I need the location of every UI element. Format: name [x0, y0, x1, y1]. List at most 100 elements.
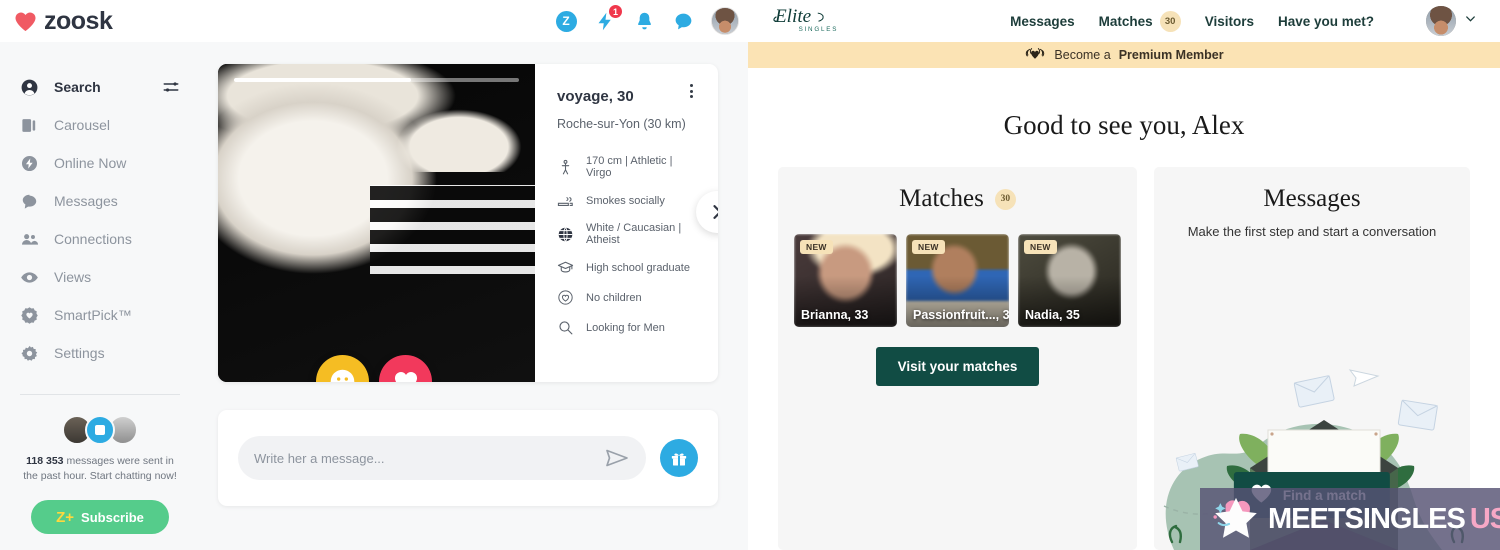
sidebar-item-label: Connections — [54, 231, 132, 247]
chevron-down-icon — [1463, 11, 1478, 31]
message-input-wrap[interactable] — [238, 436, 646, 480]
banner-strong: Premium Member — [1118, 48, 1224, 62]
zoosk-plus-icon: Z+ — [56, 508, 75, 526]
search-icon — [557, 319, 574, 336]
star-icon — [1210, 491, 1262, 548]
laurel-heart-icon — [1024, 46, 1046, 65]
new-badge: NEW — [1024, 240, 1057, 254]
attribute-row: No children — [557, 289, 696, 306]
user-menu[interactable] — [1426, 6, 1478, 36]
sidebar-item-search[interactable]: Search — [0, 68, 200, 106]
zoosk-wordmark: zoosk — [44, 6, 113, 35]
attribute-text: White / Caucasian | Atheist — [586, 222, 682, 246]
matches-count-badge: 30 — [994, 188, 1016, 210]
match-name: Brianna, 33 — [801, 308, 869, 322]
boost-badge: 1 — [608, 4, 623, 19]
elite-singles-app: Elite SINGLES Messages Matches 30 Visito… — [748, 0, 1500, 550]
match-card[interactable]: NEW Passionfruit..., 33 — [906, 234, 1009, 327]
promo-count: 118 353 — [26, 455, 64, 467]
match-thumbnails: NEW Brianna, 33 NEW Passionfruit..., 33 … — [794, 234, 1121, 327]
send-icon[interactable] — [604, 447, 630, 469]
sidebar-item-label: Carousel — [54, 117, 111, 133]
gear-icon — [20, 344, 39, 363]
premium-banner[interactable]: Become a Premium Member — [748, 42, 1500, 68]
chat-badge-icon — [85, 415, 115, 445]
profile-attributes: 170 cm | Athletic | Virgo Smokes sociall… — [557, 155, 696, 336]
attribute-row: Smokes socially — [557, 192, 696, 209]
subscribe-promo: 118 353 messages were sent in the past h… — [0, 395, 200, 535]
smartpick-icon — [20, 306, 39, 325]
sidebar-item-label: Settings — [54, 345, 105, 361]
people-icon — [20, 230, 39, 249]
message-composer — [218, 410, 718, 506]
messages-card-subtitle: Make the first step and start a conversa… — [1187, 224, 1437, 239]
nav-item-visitors[interactable]: Visitors — [1205, 14, 1254, 29]
heart-icon — [14, 11, 37, 32]
cards-icon — [20, 116, 39, 135]
profile-photo[interactable] — [218, 64, 535, 382]
chat-bubble-icon — [20, 192, 39, 211]
sidebar-item-online-now[interactable]: Online Now — [0, 144, 200, 182]
photo-image-highlight — [395, 108, 523, 173]
watermark-part2: USA — [1469, 502, 1500, 535]
sidebar-item-label: SmartPick™ — [54, 307, 132, 323]
sidebar-item-label: Views — [54, 269, 92, 285]
match-card[interactable]: NEW Brianna, 33 — [794, 234, 897, 327]
svg-text:Elite: Elite — [774, 5, 812, 26]
matches-badge: 30 — [1159, 10, 1181, 32]
matches-card-title: Matches 30 — [794, 185, 1121, 213]
attribute-text: No children — [586, 291, 642, 304]
more-options-icon[interactable] — [682, 82, 700, 100]
profile-action-buttons — [316, 355, 432, 382]
sidebar-item-views[interactable]: Views — [0, 258, 200, 296]
sidebar-item-messages[interactable]: Messages — [0, 182, 200, 220]
avatar — [1426, 6, 1456, 36]
photo-progress-bar[interactable] — [234, 78, 519, 82]
sidebar-item-label: Online Now — [54, 155, 127, 171]
nav-label: Have you met? — [1277, 13, 1374, 29]
nav-item-have-you-met[interactable]: Have you met? — [1278, 14, 1374, 29]
messages-card-title: Messages — [1263, 185, 1361, 212]
matches-title-text: Matches — [899, 185, 984, 212]
banner-prefix: Become a — [1054, 48, 1111, 62]
matches-card: Matches 30 NEW Brianna, 33 NEW Passionfr… — [778, 167, 1137, 550]
visit-your-matches-button[interactable]: Visit your matches — [875, 347, 1040, 386]
profile-card: voyage, 30 Roche-sur-Yon (30 km) 170 cm … — [218, 64, 718, 382]
sidebar-item-settings[interactable]: Settings — [0, 334, 200, 372]
page-title: Good to see you, Alex — [1003, 110, 1245, 140]
avatar[interactable] — [711, 7, 739, 35]
graduation-cap-icon — [557, 259, 574, 276]
message-input[interactable] — [254, 450, 594, 466]
subscribe-button[interactable]: Z+ Subscribe — [31, 500, 169, 535]
sidebar-item-connections[interactable]: Connections — [0, 220, 200, 258]
match-card[interactable]: NEW Nadia, 35 — [1018, 234, 1121, 327]
new-badge: NEW — [800, 240, 833, 254]
svg-text:SINGLES: SINGLES — [799, 25, 839, 32]
filter-icon[interactable] — [162, 78, 180, 96]
split-screenshot: zoosk Z 1 Search Carousel Online Now Mes… — [0, 0, 1500, 550]
elite-singles-logo[interactable]: Elite SINGLES — [772, 3, 868, 40]
attribute-row: Looking for Men — [557, 319, 696, 336]
boost-icon[interactable]: 1 — [594, 4, 623, 32]
like-heart-button[interactable] — [379, 355, 432, 382]
zoosk-sidebar: Search Carousel Online Now Messages Conn… — [0, 42, 200, 550]
zoosk-app: zoosk Z 1 Search Carousel Online Now Mes… — [0, 0, 748, 550]
notifications-icon[interactable] — [633, 10, 655, 32]
zoosk-coins-icon[interactable]: Z — [555, 10, 577, 32]
nav-item-matches[interactable]: Matches 30 — [1098, 10, 1181, 32]
zoosk-logo[interactable]: zoosk — [14, 6, 113, 36]
chat-icon[interactable] — [672, 10, 694, 32]
attribute-text: Looking for Men — [586, 321, 665, 334]
sidebar-item-carousel[interactable]: Carousel — [0, 106, 200, 144]
smile-button[interactable] — [316, 355, 369, 382]
sidebar-item-label: Messages — [54, 193, 118, 209]
sidebar-item-smartpick[interactable]: SmartPick™ — [0, 296, 200, 334]
nav-item-messages[interactable]: Messages — [1010, 14, 1075, 29]
globe-icon — [557, 226, 574, 243]
gift-button[interactable] — [660, 439, 698, 477]
nav-label: Matches — [1098, 13, 1153, 29]
attribute-row: White / Caucasian | Atheist — [557, 222, 696, 246]
new-badge: NEW — [912, 240, 945, 254]
person-circle-icon — [20, 78, 39, 97]
watermark: MEETSINGLESUSA — [1200, 488, 1500, 550]
